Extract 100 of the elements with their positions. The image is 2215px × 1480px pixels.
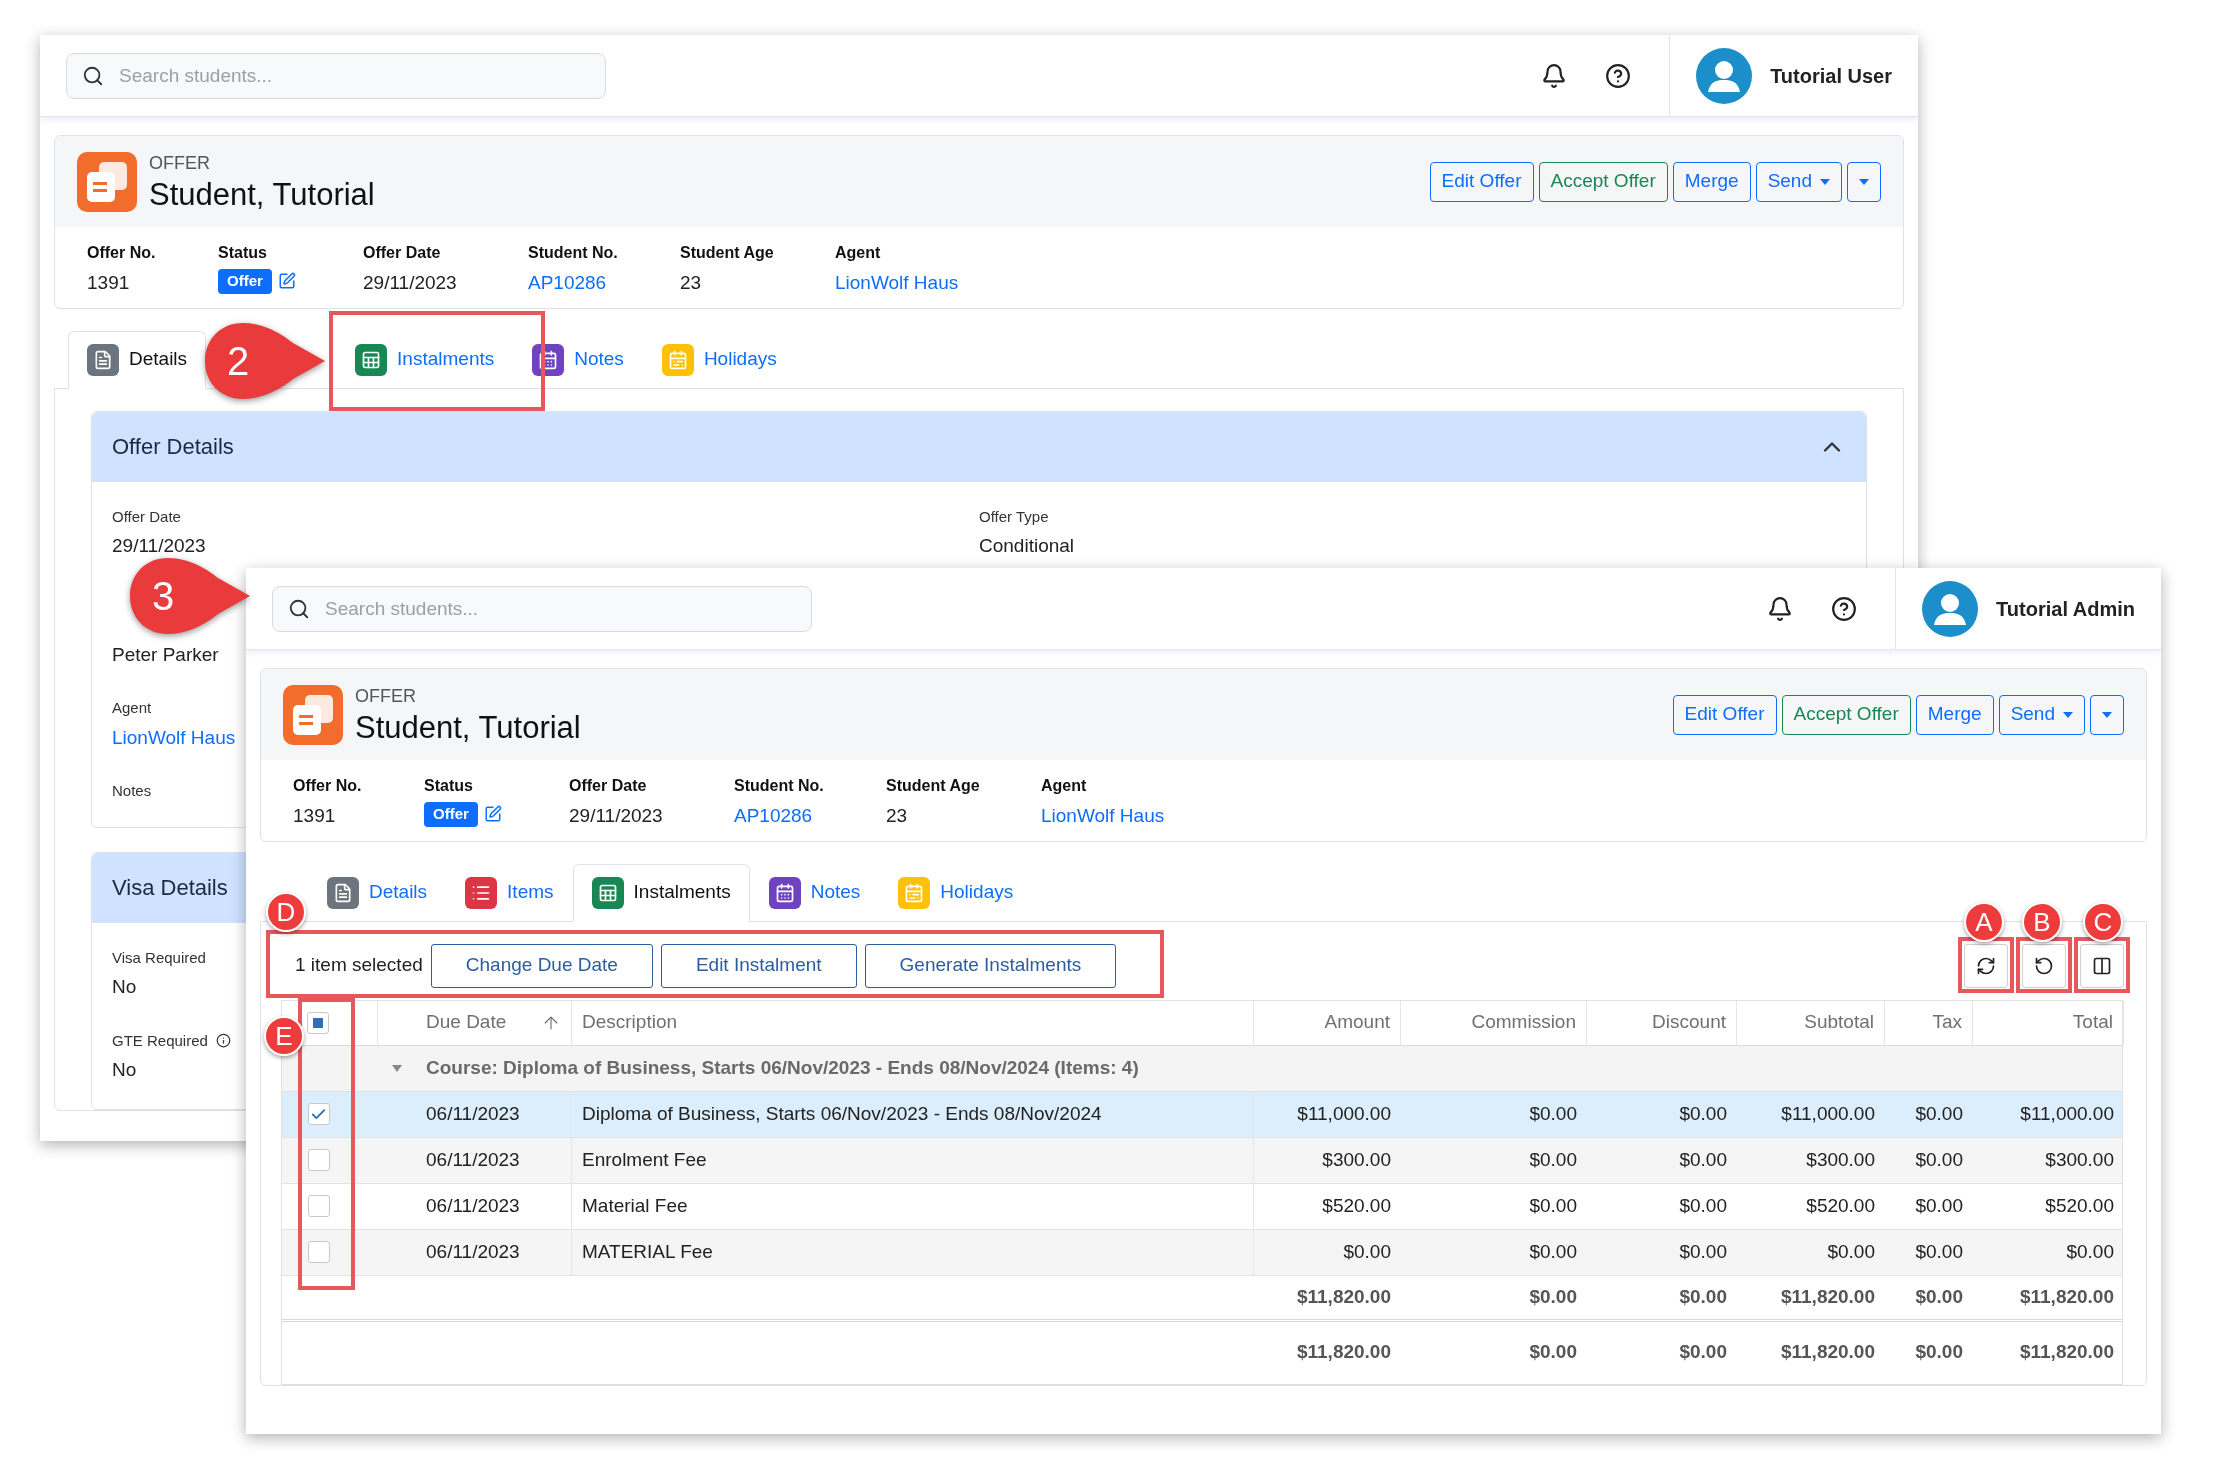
tab[interactable]: Holidays [879, 863, 1033, 922]
field-link[interactable]: LionWolf Haus [112, 723, 236, 752]
group-title: Course: Diploma of Business, Starts 06/Nov/2023 - Ends 08/Nov/2024 (Items: 4) [426, 1055, 1139, 1080]
refresh-icon [1976, 955, 1996, 976]
panel-header[interactable]: Offer Details [92, 411, 1866, 482]
caret-icon [1820, 178, 1830, 185]
tab[interactable]: Holidays [642, 330, 796, 389]
field-link[interactable]: AP10286 [734, 802, 886, 831]
accept-offer-button[interactable]: Accept Offer [1538, 161, 1668, 202]
table-cell-text: 06/11/2023 [426, 1193, 520, 1218]
table-cell-text: $0.00 [1827, 1239, 1875, 1264]
total-cell-text: $0.00 [1915, 1340, 1963, 1365]
total-cell-text: $11,820.00 [1296, 1340, 1391, 1365]
field-label: GTE Required [112, 1030, 208, 1051]
table-cell-text: Diploma of Business, Starts 06/Nov/2023 - Ends 08/Nov/2024 [582, 1101, 1102, 1126]
student-name: Student, Tutorial [149, 177, 375, 213]
notifications-icon[interactable] [1541, 62, 1568, 89]
columns-icon [2092, 955, 2112, 976]
column-header[interactable]: Subtotal [1737, 1000, 1885, 1045]
row-checkbox[interactable] [307, 1195, 330, 1217]
table-cell-text: $11,000.00 [2020, 1101, 2114, 1126]
table-cell-text: $0.00 [1679, 1193, 1727, 1218]
tab[interactable]: Notes [513, 330, 643, 389]
table-cell-text: $0.00 [2066, 1239, 2114, 1264]
refresh-button[interactable] [1964, 943, 2008, 988]
column-header[interactable]: Total [1973, 1000, 2124, 1045]
action-button[interactable]: Edit Offer [1672, 694, 1777, 735]
help-icon[interactable] [1605, 62, 1632, 89]
column-header[interactable]: Due Date [378, 1000, 572, 1045]
action-button[interactable]: Merge [1915, 694, 1994, 735]
toolbar-button[interactable]: Generate Instalments [864, 943, 1117, 988]
field-label: Offer Date [363, 243, 442, 263]
total-cell-text: $11,820.00 [1780, 1284, 1875, 1309]
field-label: Offer No. [293, 776, 363, 796]
total-cell-text: $0.00 [1679, 1340, 1727, 1365]
table-cell-text: 06/11/2023 [426, 1239, 520, 1264]
table-cell-text: $0.00 [1343, 1239, 1391, 1264]
total-cell-text: $11,820.00 [1780, 1340, 1875, 1365]
tab[interactable]: Instalments [572, 863, 750, 922]
user-name[interactable]: Tutorial Admin [1996, 593, 2135, 624]
column-header[interactable]: Commission [1401, 1000, 1587, 1045]
help-icon[interactable] [1831, 595, 1858, 622]
field-link[interactable]: AP10286 [528, 269, 680, 298]
action-button[interactable]: Edit Offer [1429, 161, 1534, 202]
field-label: Agent [835, 243, 882, 263]
reset-button[interactable] [2022, 943, 2066, 988]
table-cell-text: $520.00 [1322, 1193, 1391, 1218]
field-label: Offer Date [112, 506, 181, 527]
column-header[interactable]: Tax [1885, 1000, 1973, 1045]
send-button[interactable]: Send [1755, 161, 1842, 202]
column-header[interactable]: Discount [1587, 1000, 1737, 1045]
notifications-icon[interactable] [1767, 595, 1794, 622]
tab[interactable]: Details [308, 863, 447, 922]
search-field[interactable]: Search students... [272, 585, 812, 632]
toolbar-button[interactable]: Change Due Date [430, 943, 653, 988]
table-row[interactable]: 06/11/2023 Enrolment Fee $300.00 $0.00 $0.00 $300.00 $0.00 $300.00 [282, 1137, 2122, 1184]
field-link[interactable]: LionWolf Haus [835, 269, 1015, 298]
toolbar-button[interactable]: Edit Instalment [660, 943, 857, 988]
more-button[interactable] [2090, 694, 2124, 735]
step-callout: 2 [203, 321, 325, 401]
info-icon [215, 1033, 231, 1049]
column-header[interactable]: Amount [1254, 1000, 1401, 1045]
table-row[interactable]: 06/11/2023 Material Fee $520.00 $0.00 $0.00 $520.00 $0.00 $520.00 [282, 1183, 2122, 1230]
field-label: Status [218, 243, 268, 263]
select-all-checkbox[interactable] [307, 1011, 329, 1034]
total-cell-text: $11,820.00 [1296, 1284, 1391, 1309]
row-checkbox[interactable] [307, 1103, 330, 1125]
edit-icon[interactable] [277, 272, 296, 291]
send-button[interactable]: Send [1998, 694, 2085, 735]
table-cell-text: $0.00 [1529, 1147, 1577, 1172]
search-field[interactable]: Search students... [66, 52, 606, 99]
columns-button[interactable] [2080, 943, 2124, 988]
step-callout: 3 [128, 556, 250, 636]
column-header[interactable]: Description [572, 1000, 1254, 1045]
table-row[interactable]: 06/11/2023 MATERIAL Fee $0.00 $0.00 $0.00 $0.00 $0.00 $0.00 [282, 1229, 2122, 1276]
field-label: Offer No. [87, 243, 157, 263]
field-value: No [112, 1058, 137, 1082]
more-button[interactable] [1847, 161, 1881, 202]
table-cell-text: 06/11/2023 [426, 1101, 520, 1126]
tab[interactable]: Notes [749, 863, 880, 922]
table-row[interactable]: 06/11/2023 Diploma of Business, Starts 06/Nov/2023 - Ends 08/Nov/2024 $11,000.00 $0.00 $0.00 $11,000.00 $0.00 $11,000.00 [282, 1091, 2122, 1138]
accept-offer-button[interactable]: Accept Offer [1781, 694, 1911, 735]
group-toggle-icon[interactable] [392, 1064, 402, 1072]
table-cell-text: $11,000.00 [1297, 1101, 1391, 1126]
field-value: 1391 [87, 271, 131, 295]
tab[interactable]: Instalments [336, 330, 514, 389]
field-label: Offer Date [569, 776, 648, 796]
edit-icon[interactable] [483, 805, 502, 824]
table-cell-text: $0.00 [1529, 1101, 1577, 1126]
tab[interactable]: Details [68, 330, 207, 389]
total-cell-text: $11,820.00 [2019, 1284, 2114, 1309]
row-checkbox[interactable] [307, 1241, 330, 1263]
action-button[interactable]: Merge [1672, 161, 1751, 202]
row-checkbox[interactable] [307, 1149, 330, 1171]
tab[interactable]: Items [446, 863, 573, 922]
field-value: 23 [680, 271, 703, 295]
field-label: Visa Required [112, 947, 206, 968]
field-link[interactable]: LionWolf Haus [1041, 802, 1221, 831]
user-name[interactable]: Tutorial User [1770, 60, 1892, 91]
table-cell-text: 06/11/2023 [426, 1147, 520, 1172]
